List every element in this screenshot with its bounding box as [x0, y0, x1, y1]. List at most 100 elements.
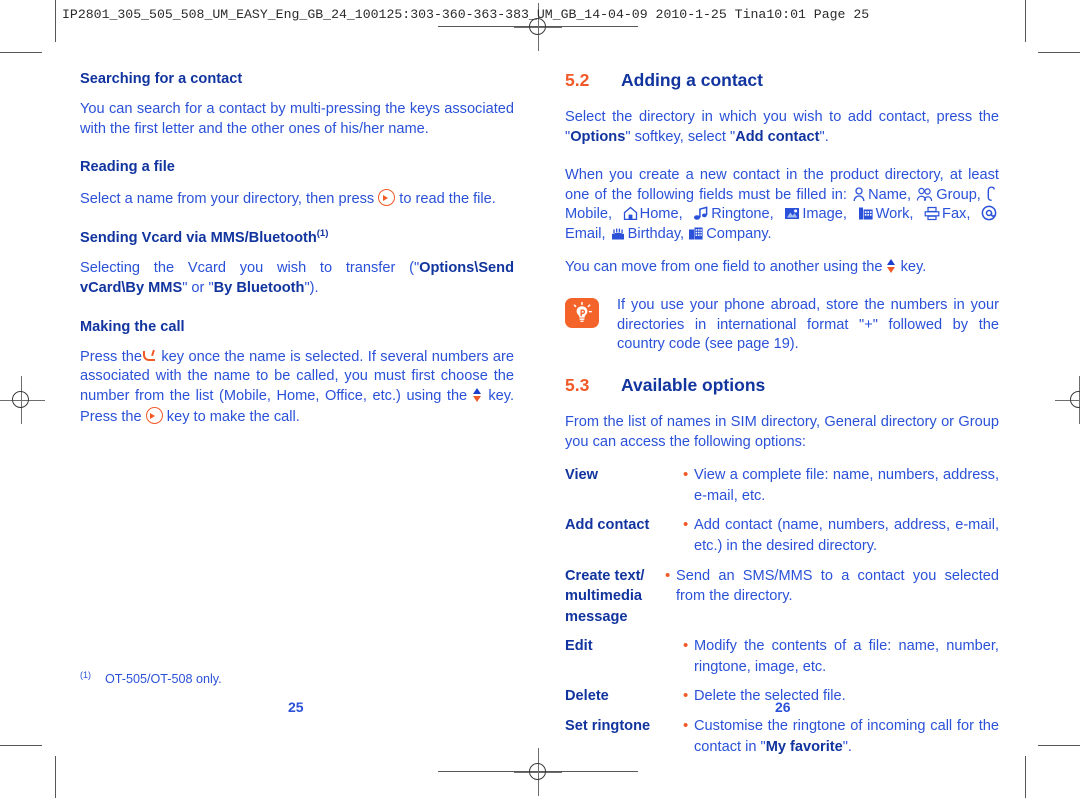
paragraph-add-contact-intro: Select the directory in which you wish t… — [565, 108, 999, 147]
option-row-set-ringtone: Set ringtone • Customise the ringtone of… — [565, 716, 999, 757]
crop-mark-top-left-horizontal — [0, 52, 42, 54]
option-definition-create-message: Send an SMS/MMS to a contact you selecte… — [676, 567, 999, 605]
mobile-icon — [986, 186, 997, 202]
field-label-email: Email, — [565, 225, 606, 242]
up-down-key-icon-2 — [887, 258, 897, 274]
lightbulb-tip-icon — [565, 298, 599, 329]
page-number-left: 25 — [288, 699, 304, 715]
ok-key-icon-2 — [145, 406, 163, 424]
intro-text-2: " softkey, select " — [625, 128, 736, 145]
field-label-fax: Fax, — [942, 206, 971, 223]
vcard-bold-2: By Bluetooth — [213, 279, 305, 296]
footnote-left-page: (1) OT-505/OT-508 only. — [80, 670, 222, 686]
intro-text-3: ". — [819, 128, 829, 145]
bullet-icon-create-message: • — [665, 566, 671, 584]
paragraph-vcard-body: Selecting the Vcard you wish to transfer… — [80, 259, 514, 298]
fax-icon — [924, 206, 940, 221]
crop-mark-top-right-horizontal — [1038, 52, 1080, 54]
right-page-column: 5.2 Adding a contact Select the director… — [565, 70, 999, 766]
work-icon — [858, 206, 874, 221]
print-slug-header: IP2801_305_505_508_UM_EASY_Eng_GB_24_100… — [62, 7, 870, 22]
option-definition-view: View a complete file: name, numbers, add… — [694, 467, 999, 504]
section-title-adding-a-contact: Adding a contact — [621, 70, 763, 90]
reading-text-after: to read the file. — [399, 190, 496, 207]
field-label-mobile: Mobile, — [565, 206, 613, 223]
option-row-add-contact: Add contact • Add contact (name, numbers… — [565, 515, 999, 556]
call-text-4: key to make the call. — [166, 408, 300, 425]
heading-searching-for-a-contact: Searching for a contact — [80, 71, 243, 87]
section-title-available-options: Available options — [621, 374, 766, 395]
company-icon — [688, 226, 704, 241]
field-label-group: Group, — [936, 186, 981, 203]
footnote-text: OT-505/OT-508 only. — [105, 672, 222, 687]
birthday-icon — [610, 226, 626, 241]
option-definition-set-ringtone: Customise the ringtone of incoming call … — [694, 716, 999, 757]
crop-mark-bottom-left-vertical — [55, 756, 57, 798]
crop-mark-bottom-right-horizontal — [1038, 745, 1080, 747]
ok-key-icon — [378, 188, 396, 206]
tip-callout-text: If you use your phone abroad, store the … — [617, 297, 999, 353]
field-label-ringtone: Ringtone, — [711, 206, 774, 223]
paragraph-reading-body: Select a name from your directory, then … — [80, 188, 514, 210]
paragraph-available-options-intro: From the list of names in SIM directory,… — [565, 413, 999, 450]
option-term-view: View — [565, 467, 598, 484]
field-label-home: Home, — [639, 206, 683, 223]
crop-mark-top-left-vertical — [55, 0, 57, 42]
image-icon — [784, 206, 800, 221]
section-heading-5-3: 5.3 Available options — [565, 375, 999, 396]
bullet-icon-add-contact: • — [683, 516, 689, 534]
field-label-birthday: Birthday, — [627, 225, 685, 242]
navigate-text-after: key. — [900, 258, 927, 275]
bullet-icon-delete: • — [683, 687, 689, 705]
heading-making-the-call: Making the call — [80, 318, 185, 335]
option-row-edit: Edit • Modify the contents of a file: na… — [565, 636, 999, 677]
crop-mark-bottom-right-vertical — [1025, 756, 1027, 798]
heading-sending-vcard-text: Sending Vcard via MMS/Bluetooth — [80, 230, 317, 247]
footnote-mark: (1) — [80, 670, 91, 680]
option-term-add-contact: Add contact — [565, 517, 650, 534]
call-key-icon — [142, 350, 157, 363]
person-icon — [852, 187, 866, 202]
registration-mark-bottom-center — [514, 748, 562, 796]
home-icon — [623, 206, 638, 221]
crop-mark-bottom-left-horizontal — [0, 745, 42, 747]
field-label-work: Work, — [875, 206, 914, 223]
option-term-create-message: Create text/ multimedia message — [565, 567, 645, 625]
heading-sending-vcard: Sending Vcard via MMS/Bluetooth(1) — [80, 228, 514, 247]
reading-text-before: Select a name from your directory, then … — [80, 190, 375, 207]
paragraph-searching-body: You can search for a contact by multi-pr… — [80, 101, 514, 137]
section-number-5-3: 5.3 — [565, 374, 590, 395]
paragraph-navigate-fields: You can move from one field to another u… — [565, 258, 999, 278]
group-icon — [916, 187, 934, 202]
option-row-create-message: Create text/ multimedia message • Send a… — [565, 566, 999, 628]
intro-bold-options: Options — [570, 128, 626, 145]
section-heading-5-2: 5.2 Adding a contact — [565, 70, 999, 91]
field-label-company: Company. — [706, 225, 772, 242]
vcard-text-1: Selecting the Vcard you wish to transfer… — [80, 260, 420, 277]
bullet-icon-set-ringtone: • — [683, 717, 689, 735]
section-number-5-2: 5.2 — [565, 70, 590, 90]
navigate-text-before: You can move from one field to another u… — [565, 258, 883, 275]
set-ringtone-text-2: ". — [842, 738, 852, 755]
field-label-name: Name, — [868, 186, 912, 203]
page-number-right: 26 — [775, 699, 791, 715]
left-page-column: Searching for a contact You can search f… — [80, 70, 514, 446]
paragraph-required-fields: When you create a new contact in the pro… — [565, 166, 999, 244]
field-label-image: Image, — [802, 206, 847, 223]
option-term-edit: Edit — [565, 638, 593, 655]
registration-mark-left-center — [0, 376, 45, 424]
call-text-1: Press the — [80, 348, 142, 365]
option-row-view: View • View a complete file: name, numbe… — [565, 465, 999, 506]
heading-reading-a-file: Reading a file — [80, 159, 175, 176]
crop-mark-top-right-vertical — [1025, 0, 1027, 42]
vcard-text-2: " or " — [182, 279, 214, 296]
set-ringtone-bold: My favorite — [765, 738, 843, 755]
option-definition-add-contact: Add contact (name, numbers, address, e-m… — [694, 517, 999, 554]
bullet-icon-view: • — [683, 466, 689, 484]
tip-callout: If you use your phone abroad, store the … — [565, 296, 999, 355]
option-definition-delete: Delete the selected file. — [694, 688, 846, 705]
up-down-key-icon — [473, 387, 483, 403]
bullet-icon-edit: • — [683, 637, 689, 655]
ringtone-icon — [693, 206, 709, 221]
vcard-text-3: "). — [304, 279, 319, 296]
